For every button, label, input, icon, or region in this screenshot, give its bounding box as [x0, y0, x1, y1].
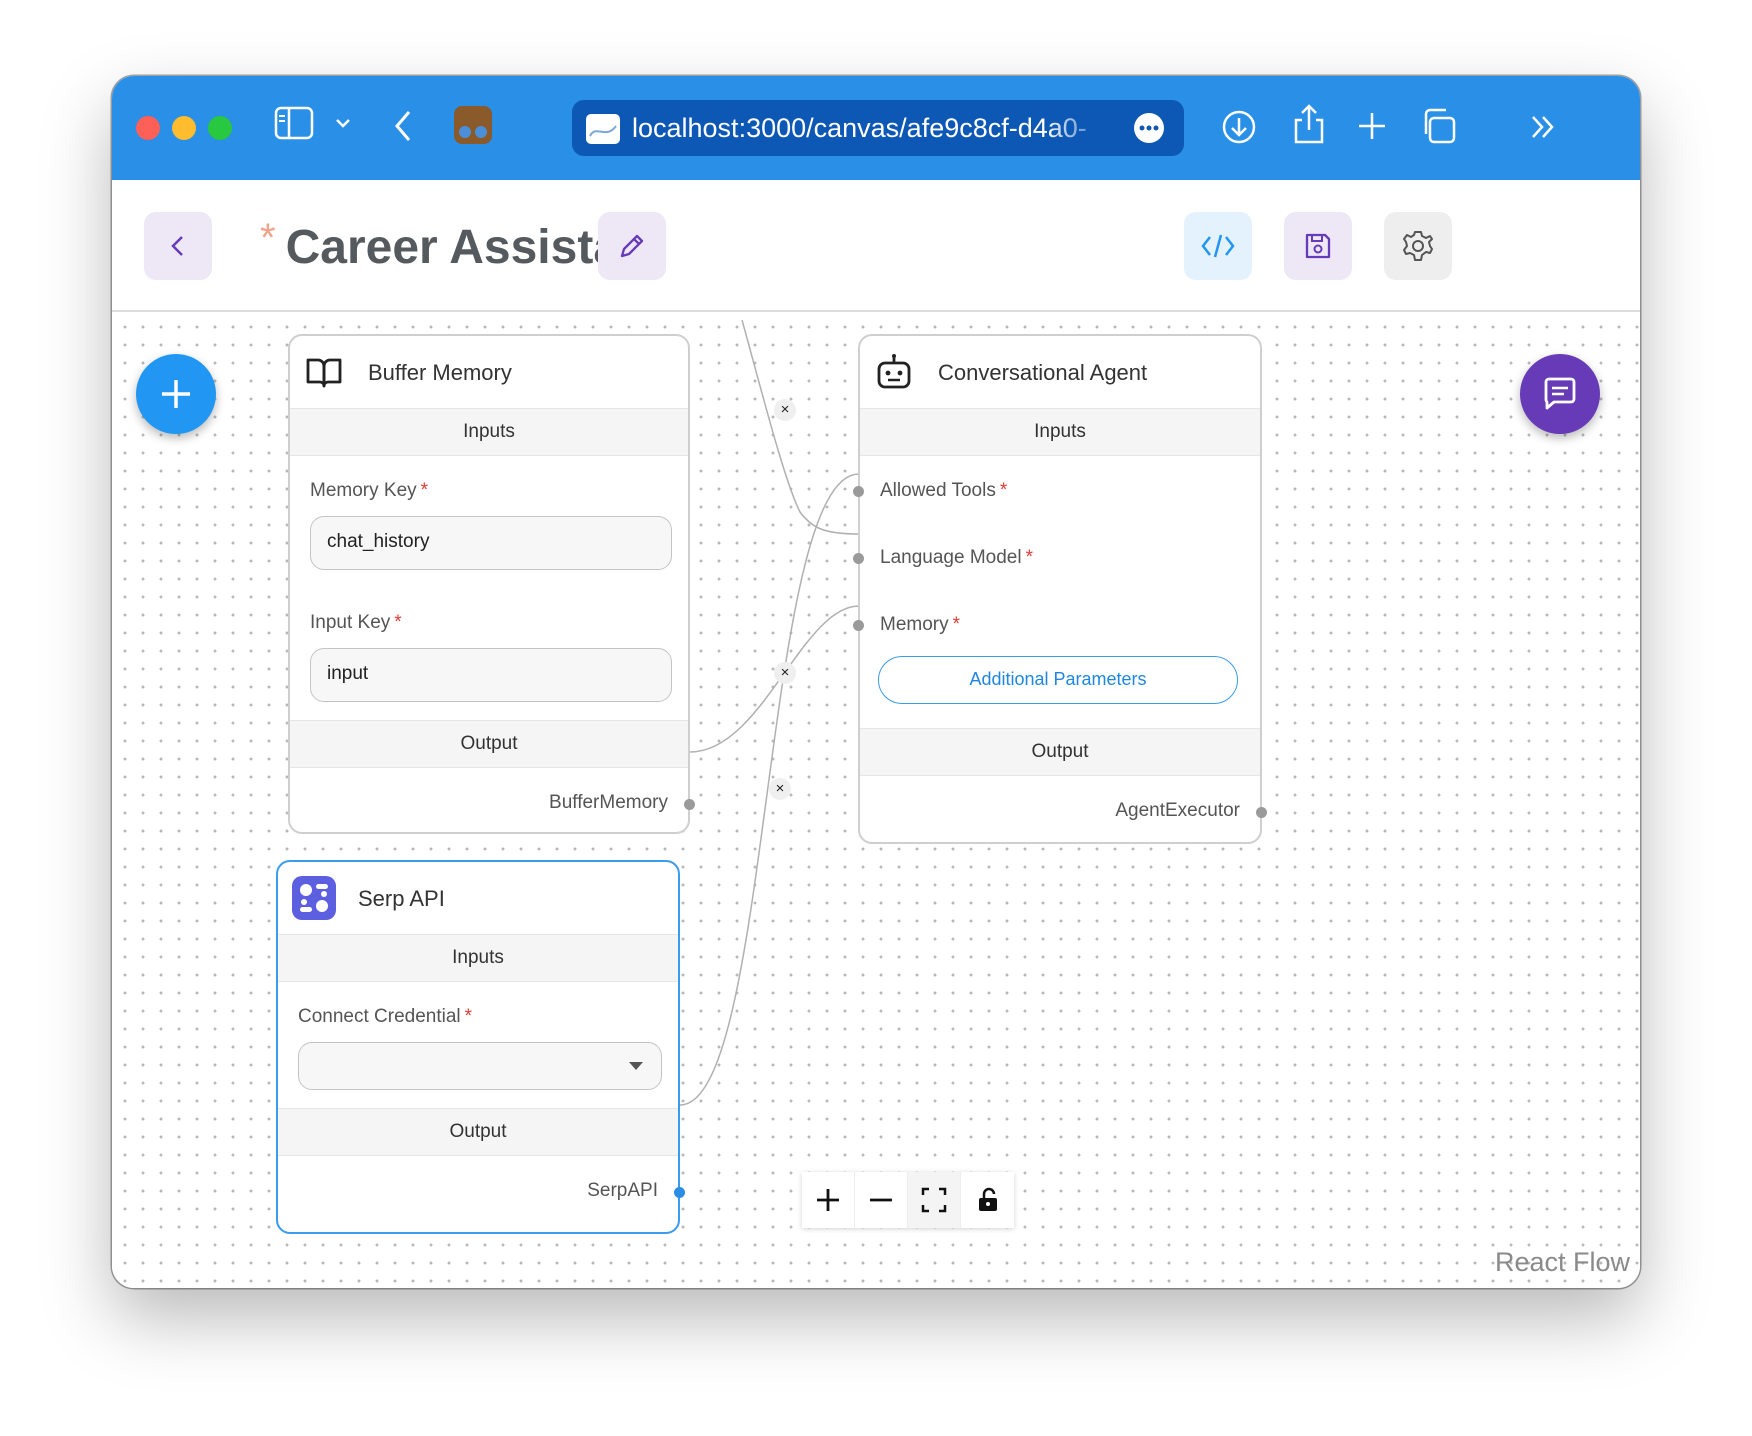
save-flow-button[interactable] — [1284, 212, 1352, 280]
serp-api-node[interactable]: Serp API Inputs Connect Credential * Outp… — [276, 860, 685, 1234]
page-favicon-icon — [586, 114, 620, 144]
memory-key-label: Memory Key * — [310, 480, 429, 501]
output-name: SerpAPI — [587, 1180, 658, 1201]
chevron-left-icon — [171, 236, 183, 256]
output-name: AgentExecutor — [1115, 800, 1240, 821]
back-arrow-icon[interactable] — [392, 108, 414, 144]
memory-key-input[interactable]: chat_history — [310, 516, 672, 570]
zoom-out-button[interactable] — [855, 1172, 908, 1228]
delete-edge-button[interactable]: × — [774, 399, 796, 421]
node-title: Buffer Memory — [368, 360, 512, 385]
language-model-label: Language Model * — [880, 547, 1033, 568]
address-bar[interactable]: localhost:3000/canvas/afe9c8cf-d4a0- — [572, 100, 1184, 156]
robot-icon — [877, 354, 911, 389]
fit-view-button[interactable] — [908, 1172, 961, 1228]
buffer-memory-node[interactable]: Buffer Memory Inputs Memory Key * chat_hi… — [288, 334, 695, 834]
save-icon — [1305, 233, 1331, 259]
chevron-double-right-icon[interactable] — [1528, 112, 1558, 142]
input-key-label: Input Key * — [310, 612, 402, 633]
tab-overview-icon[interactable] — [1418, 106, 1458, 146]
delete-edge-button[interactable]: × — [774, 662, 796, 684]
chat-icon — [1544, 377, 1576, 410]
code-icon — [1201, 234, 1235, 258]
memory-handle[interactable] — [853, 620, 864, 631]
language-model-handle[interactable] — [853, 553, 864, 564]
output-handle[interactable] — [684, 799, 695, 810]
output-handle[interactable] — [1256, 807, 1267, 818]
minus-icon — [870, 1198, 892, 1202]
conversational-agent-node[interactable]: Conversational Agent Inputs Allowed Tool… — [853, 334, 1267, 844]
extension-icon[interactable] — [452, 104, 494, 146]
node-header: Serp API — [278, 862, 678, 934]
plus-icon — [817, 1189, 839, 1211]
inputs-section-header: Inputs — [278, 934, 678, 982]
back-button[interactable] — [144, 212, 212, 280]
chevron-down-icon[interactable] — [334, 116, 352, 130]
delete-edge-button[interactable]: × — [769, 778, 791, 800]
node-header: Buffer Memory — [290, 336, 688, 408]
node-title: Serp API — [358, 886, 445, 911]
toggle-interactivity-button[interactable] — [961, 1172, 1014, 1228]
output-handle[interactable] — [674, 1187, 685, 1198]
gear-icon — [1403, 231, 1433, 261]
fit-view-icon — [921, 1187, 947, 1213]
edit-title-button[interactable] — [598, 212, 666, 280]
zoom-window-button[interactable] — [208, 116, 232, 140]
share-icon[interactable] — [1292, 102, 1326, 146]
allowed-tools-label: Allowed Tools * — [880, 480, 1008, 501]
dropdown-arrow-icon — [629, 1062, 643, 1070]
close-window-button[interactable] — [136, 116, 160, 140]
download-icon[interactable] — [1220, 108, 1258, 146]
credential-select[interactable] — [298, 1042, 662, 1090]
unlock-icon — [978, 1187, 997, 1211]
additional-parameters-button[interactable]: Additional Parameters — [878, 656, 1238, 704]
serp-api-logo-icon — [292, 876, 336, 920]
react-flow-attribution[interactable]: React Flow — [1495, 1247, 1630, 1278]
browser-titlebar: localhost:3000/canvas/afe9c8cf-d4a0- — [112, 76, 1640, 180]
unsaved-marker: * — [260, 216, 276, 260]
output-section-header: Output — [860, 728, 1260, 776]
book-icon — [306, 358, 342, 388]
chat-button[interactable] — [1520, 354, 1600, 434]
new-tab-icon[interactable] — [1356, 110, 1388, 142]
connect-credential-label: Connect Credential * — [298, 1006, 473, 1027]
pencil-icon — [620, 234, 644, 258]
url-text[interactable]: localhost:3000/canvas/afe9c8cf-d4a0- — [632, 113, 1112, 144]
canvas-controls — [802, 1172, 1014, 1228]
output-section-header: Output — [290, 720, 688, 768]
sidebar-toggle-icon[interactable] — [274, 106, 314, 140]
allowed-tools-handle[interactable] — [853, 486, 864, 497]
node-title: Conversational Agent — [938, 360, 1148, 385]
inputs-section-header: Inputs — [290, 408, 688, 456]
output-name: BufferMemory — [549, 792, 668, 813]
more-options-icon[interactable] — [1134, 113, 1164, 143]
zoom-in-button[interactable] — [802, 1172, 855, 1228]
flow-canvas[interactable]: × × × Buffer Memory Inputs Memory Key * … — [112, 312, 1640, 1288]
node-header: Conversational Agent — [860, 336, 1260, 408]
memory-label: Memory * — [880, 614, 961, 635]
api-code-button[interactable] — [1184, 212, 1252, 280]
plus-icon — [162, 380, 190, 408]
canvas-header: * Career Assistant — [112, 180, 1640, 312]
add-node-button[interactable] — [136, 354, 216, 434]
browser-window: localhost:3000/canvas/afe9c8cf-d4a0- * C… — [112, 76, 1640, 1288]
edge-memory[interactable] — [689, 605, 860, 753]
edge-language-model[interactable] — [741, 319, 860, 535]
minimize-window-button[interactable] — [172, 116, 196, 140]
settings-button[interactable] — [1384, 212, 1452, 280]
output-section-header: Output — [278, 1108, 678, 1156]
input-key-input[interactable]: input — [310, 648, 672, 702]
inputs-section-header: Inputs — [860, 408, 1260, 456]
